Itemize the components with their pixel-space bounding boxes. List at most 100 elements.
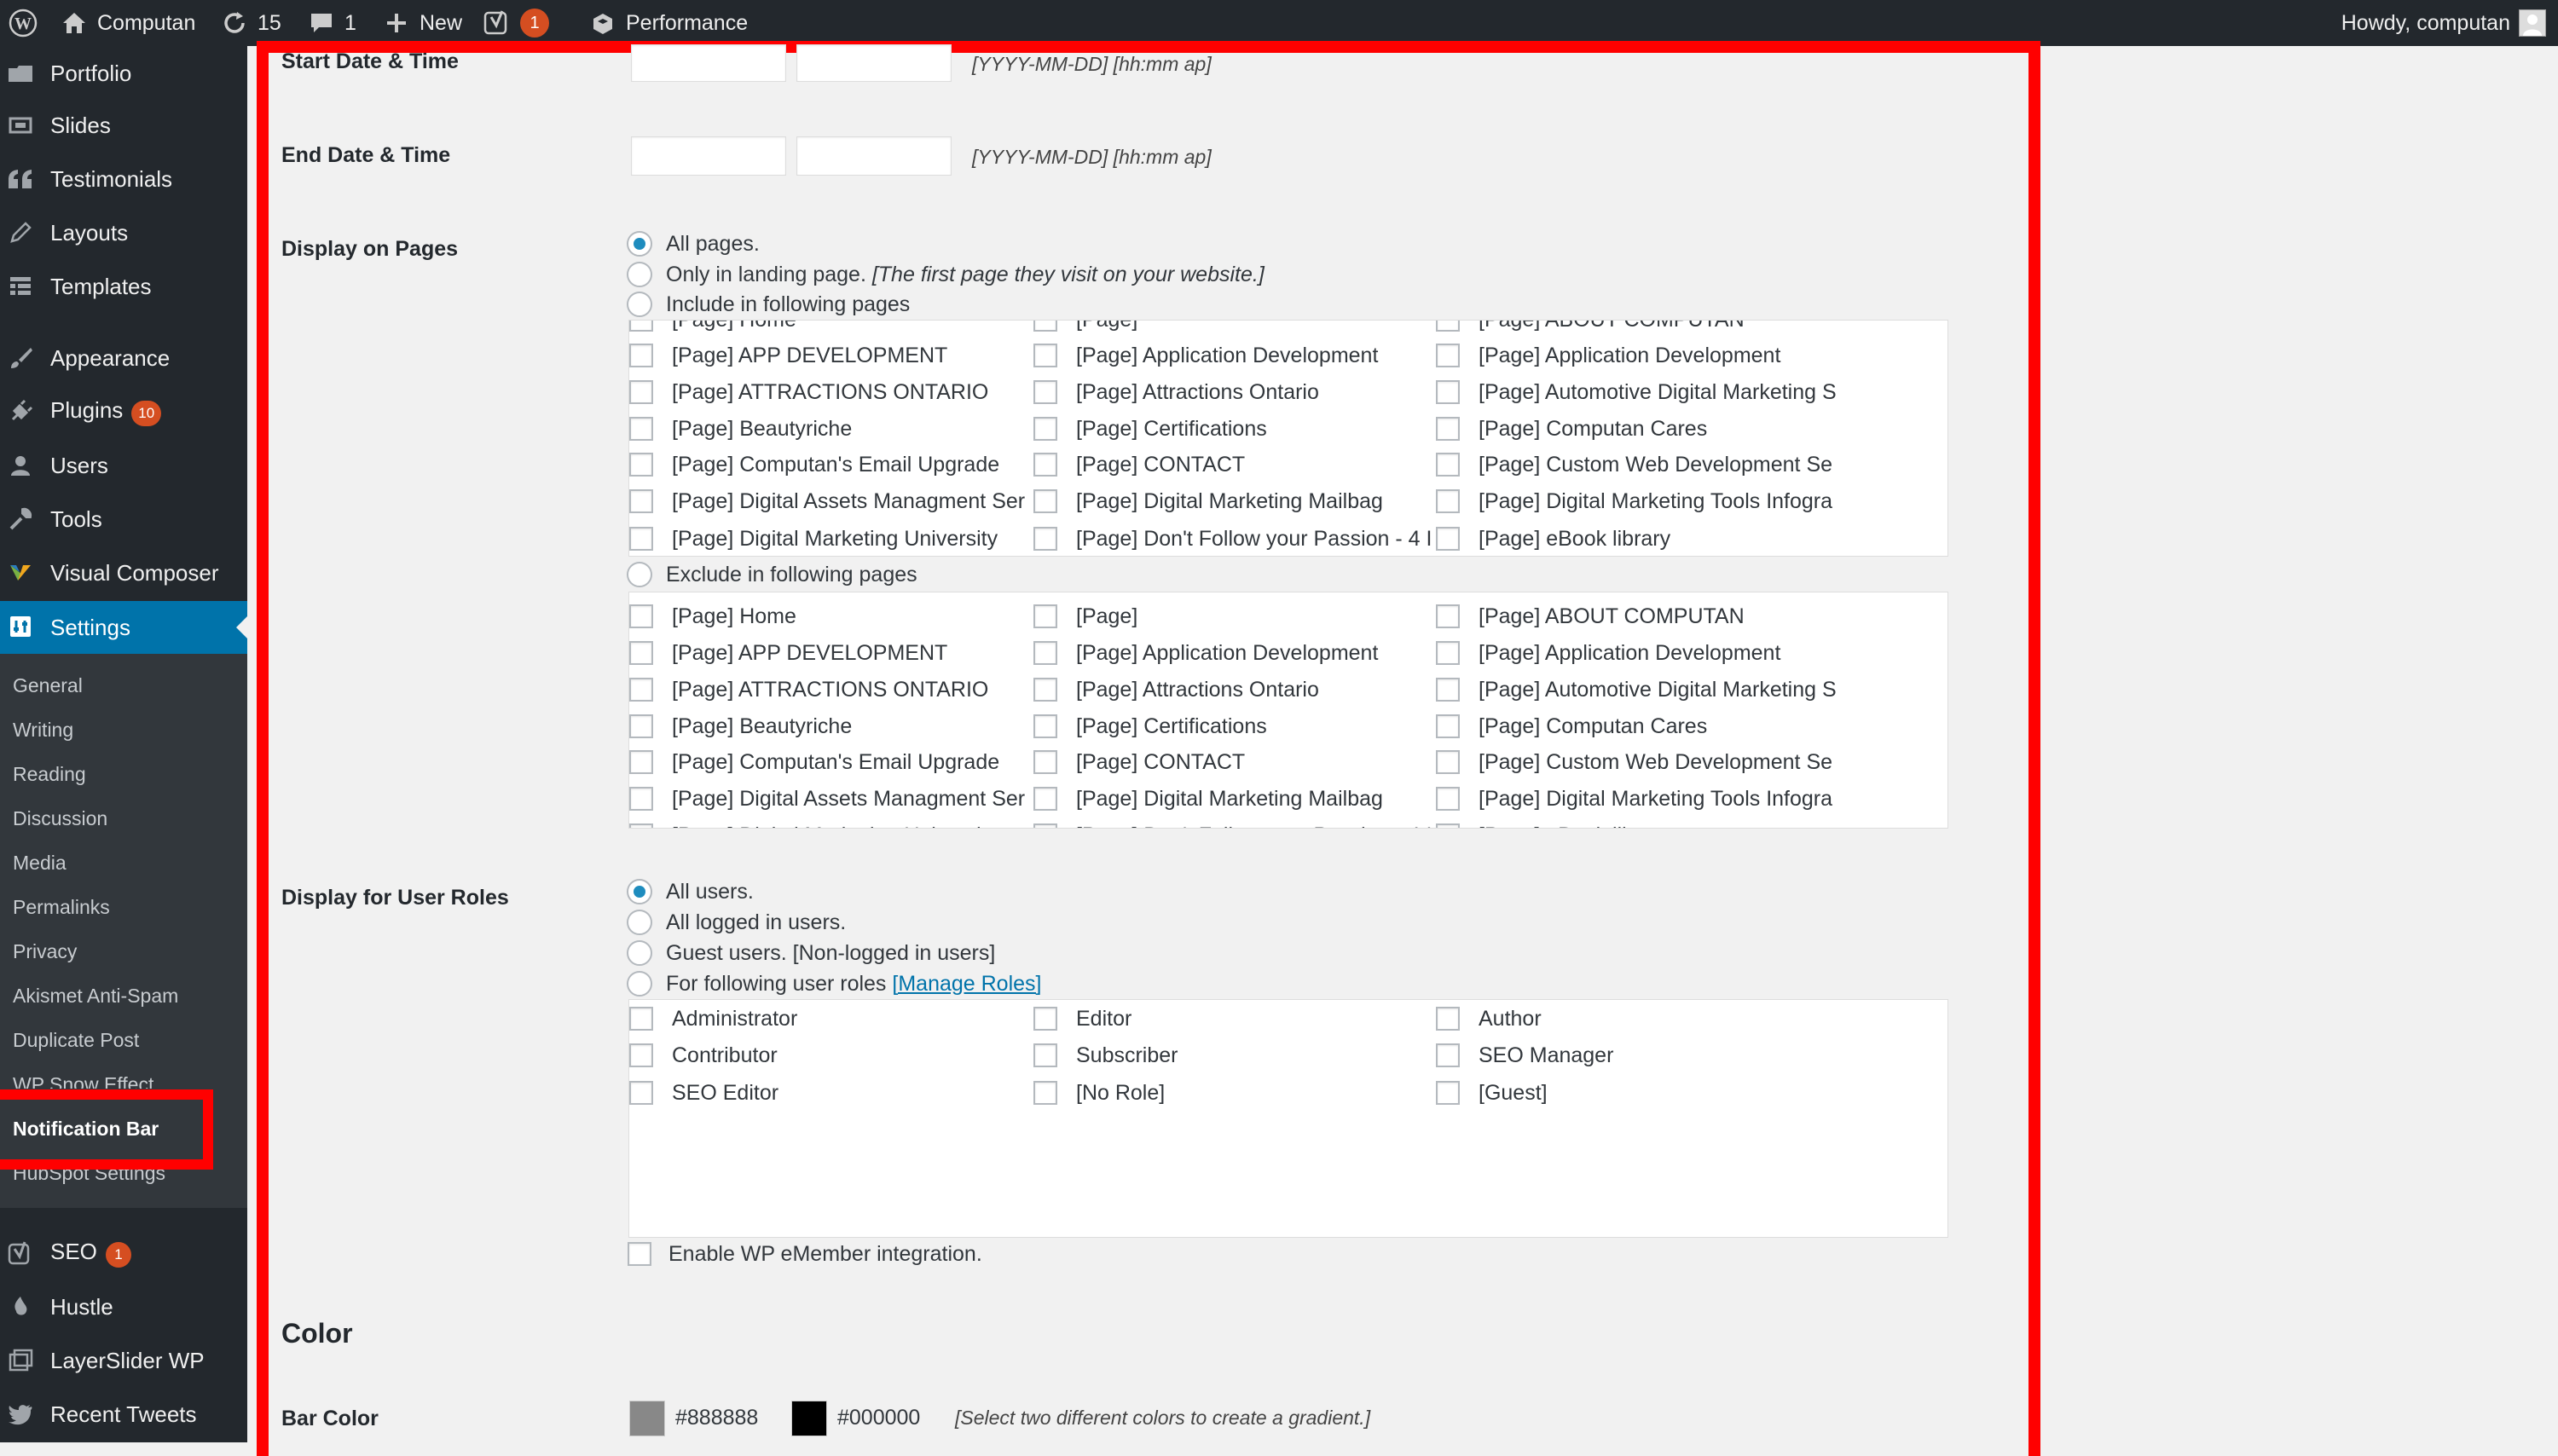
exclude-page-item[interactable]: [Page] APP DEVELOPMENT xyxy=(629,636,1030,670)
include-page-item[interactable]: [Page] Computan Cares xyxy=(1436,412,1837,446)
roles-following-option[interactable]: For following user roles [Manage Roles] xyxy=(627,969,1042,998)
exclude-page-item[interactable]: [Page] Digital Marketing University xyxy=(629,818,1030,828)
page-checkbox[interactable] xyxy=(629,344,653,367)
end-date-input[interactable] xyxy=(631,136,786,176)
page-checkbox[interactable] xyxy=(629,641,653,665)
exclude-page-item[interactable]: [Page] Digital Marketing Tools Infogra xyxy=(1436,782,1837,816)
roles-following-radio[interactable] xyxy=(627,971,652,997)
include-page-item[interactable]: [Page] Attractions Ontario xyxy=(1033,375,1434,409)
page-checkbox[interactable] xyxy=(1033,321,1057,332)
page-checkbox[interactable] xyxy=(629,678,653,702)
page-checkbox[interactable] xyxy=(1033,787,1057,811)
role-checkbox[interactable] xyxy=(1033,1007,1057,1031)
page-checkbox[interactable] xyxy=(1436,678,1460,702)
include-page-item[interactable]: [Page] Beautyriche xyxy=(629,412,1030,446)
exclude-page-item[interactable]: [Page] Computan Cares xyxy=(1436,709,1837,743)
end-time-input[interactable] xyxy=(796,136,952,176)
exclude-page-item[interactable]: [Page] CONTACT xyxy=(1033,745,1434,779)
page-checkbox[interactable] xyxy=(629,604,653,628)
page-checkbox[interactable] xyxy=(629,527,653,551)
page-checkbox[interactable] xyxy=(1436,321,1460,332)
page-checkbox[interactable] xyxy=(1033,678,1057,702)
page-checkbox[interactable] xyxy=(1436,641,1460,665)
include-page-item[interactable]: [Page] Digital Assets Managment Ser xyxy=(629,484,1030,518)
include-page-item[interactable]: [Page] Digital Marketing Tools Infogra xyxy=(1436,484,1837,518)
page-checkbox[interactable] xyxy=(1033,604,1057,628)
pages-include-option[interactable]: Include in following pages xyxy=(627,290,910,319)
exclude-page-item[interactable]: [Page] Beautyriche xyxy=(629,709,1030,743)
submenu-discussion[interactable]: Discussion xyxy=(13,807,107,830)
role-item[interactable]: Subscriber xyxy=(1033,1038,1434,1072)
include-page-item[interactable]: [Page] xyxy=(1033,321,1434,337)
my-account-menu[interactable]: Howdy, computan xyxy=(2341,0,2546,46)
sidebar-item-settings[interactable]: Settings xyxy=(0,601,247,655)
submenu-media[interactable]: Media xyxy=(13,852,67,875)
exclude-pages-list[interactable]: [Page] Home [Page] [Page] ABOUT COMPUTAN… xyxy=(628,592,1948,829)
submenu-duplicate-post[interactable]: Duplicate Post xyxy=(13,1029,139,1052)
include-page-item[interactable]: [Page] Digital Marketing Mailbag xyxy=(1033,484,1434,518)
page-checkbox[interactable] xyxy=(629,453,653,477)
include-pages-list[interactable]: [Page] Home [Page] [Page] ABOUT COMPUTAN… xyxy=(628,320,1948,557)
pages-landing-radio[interactable] xyxy=(627,262,652,287)
role-checkbox[interactable] xyxy=(629,1081,653,1105)
submenu-reading[interactable]: Reading xyxy=(13,763,86,786)
wordpress-logo-icon[interactable]: W xyxy=(9,0,38,46)
sidebar-item-seo[interactable]: SEO 1 xyxy=(0,1228,247,1279)
page-checkbox[interactable] xyxy=(1436,714,1460,738)
include-page-item[interactable]: [Page] ABOUT COMPUTAN xyxy=(1436,321,1837,337)
submenu-general[interactable]: General xyxy=(13,674,83,697)
page-checkbox[interactable] xyxy=(1436,489,1460,513)
exclude-page-item[interactable]: [Page] Attractions Ontario xyxy=(1033,673,1434,707)
bar-color-swatch-1[interactable] xyxy=(629,1401,665,1436)
role-item[interactable]: SEO Editor xyxy=(629,1076,1030,1110)
new-content-link[interactable]: New xyxy=(382,0,462,46)
pages-include-radio[interactable] xyxy=(627,292,652,317)
roles-guest-radio[interactable] xyxy=(627,940,652,966)
page-checkbox[interactable] xyxy=(1436,380,1460,404)
role-checkbox[interactable] xyxy=(629,1007,653,1031)
page-checkbox[interactable] xyxy=(1033,714,1057,738)
exclude-page-item[interactable]: [Page] ABOUT COMPUTAN xyxy=(1436,599,1837,633)
role-checkbox[interactable] xyxy=(1033,1043,1057,1067)
page-checkbox[interactable] xyxy=(1033,527,1057,551)
sidebar-item-slides[interactable]: Slides xyxy=(0,100,247,151)
page-checkbox[interactable] xyxy=(1033,380,1057,404)
role-item[interactable]: Editor xyxy=(1033,1002,1434,1036)
page-checkbox[interactable] xyxy=(629,787,653,811)
yoast-menu[interactable]: 1 xyxy=(483,0,549,46)
roles-logged-option[interactable]: All logged in users. xyxy=(627,908,846,937)
role-item[interactable]: Contributor xyxy=(629,1038,1030,1072)
exclude-page-item[interactable]: [Page] Don't Follow your Passion - 4 I xyxy=(1033,818,1434,828)
page-checkbox[interactable] xyxy=(629,750,653,774)
comments-link[interactable]: 1 xyxy=(307,0,356,46)
sidebar-item-hustle[interactable]: Hustle xyxy=(0,1281,247,1332)
exclude-page-item[interactable]: [Page] Custom Web Development Se xyxy=(1436,745,1837,779)
page-checkbox[interactable] xyxy=(629,321,653,332)
include-page-item[interactable]: [Page] APP DEVELOPMENT xyxy=(629,338,1030,373)
include-page-item[interactable]: [Page] Automotive Digital Marketing S xyxy=(1436,375,1837,409)
role-item[interactable]: [Guest] xyxy=(1436,1076,1837,1110)
submenu-writing[interactable]: Writing xyxy=(13,719,73,742)
role-checkbox[interactable] xyxy=(1436,1081,1460,1105)
submenu-wp-snow-effect[interactable]: WP Snow Effect xyxy=(13,1073,153,1089)
page-checkbox[interactable] xyxy=(1033,417,1057,441)
role-item[interactable]: [No Role] xyxy=(1033,1076,1434,1110)
sidebar-item-portfolio[interactable]: Portfolio xyxy=(0,48,247,99)
sidebar-item-users[interactable]: Users xyxy=(0,440,247,491)
page-checkbox[interactable] xyxy=(629,489,653,513)
page-checkbox[interactable] xyxy=(1033,750,1057,774)
page-checkbox[interactable] xyxy=(629,714,653,738)
include-page-item[interactable]: [Page] Computan's Email Upgrade xyxy=(629,448,1030,482)
pages-exclude-option[interactable]: Exclude in following pages xyxy=(627,560,917,589)
sidebar-item-templates[interactable]: Templates xyxy=(0,261,247,312)
page-checkbox[interactable] xyxy=(1436,787,1460,811)
include-page-item[interactable]: [Page] CONTACT xyxy=(1033,448,1434,482)
updates-link[interactable]: 15 xyxy=(220,0,281,46)
role-checkbox[interactable] xyxy=(629,1043,653,1067)
exclude-page-item[interactable]: [Page] Application Development xyxy=(1436,636,1837,670)
page-checkbox[interactable] xyxy=(1436,344,1460,367)
role-item[interactable]: SEO Manager xyxy=(1436,1038,1837,1072)
page-checkbox[interactable] xyxy=(1436,823,1460,828)
exclude-page-item[interactable]: [Page] Application Development xyxy=(1033,636,1434,670)
sidebar-item-recent-tweets[interactable]: Recent Tweets xyxy=(0,1389,247,1440)
